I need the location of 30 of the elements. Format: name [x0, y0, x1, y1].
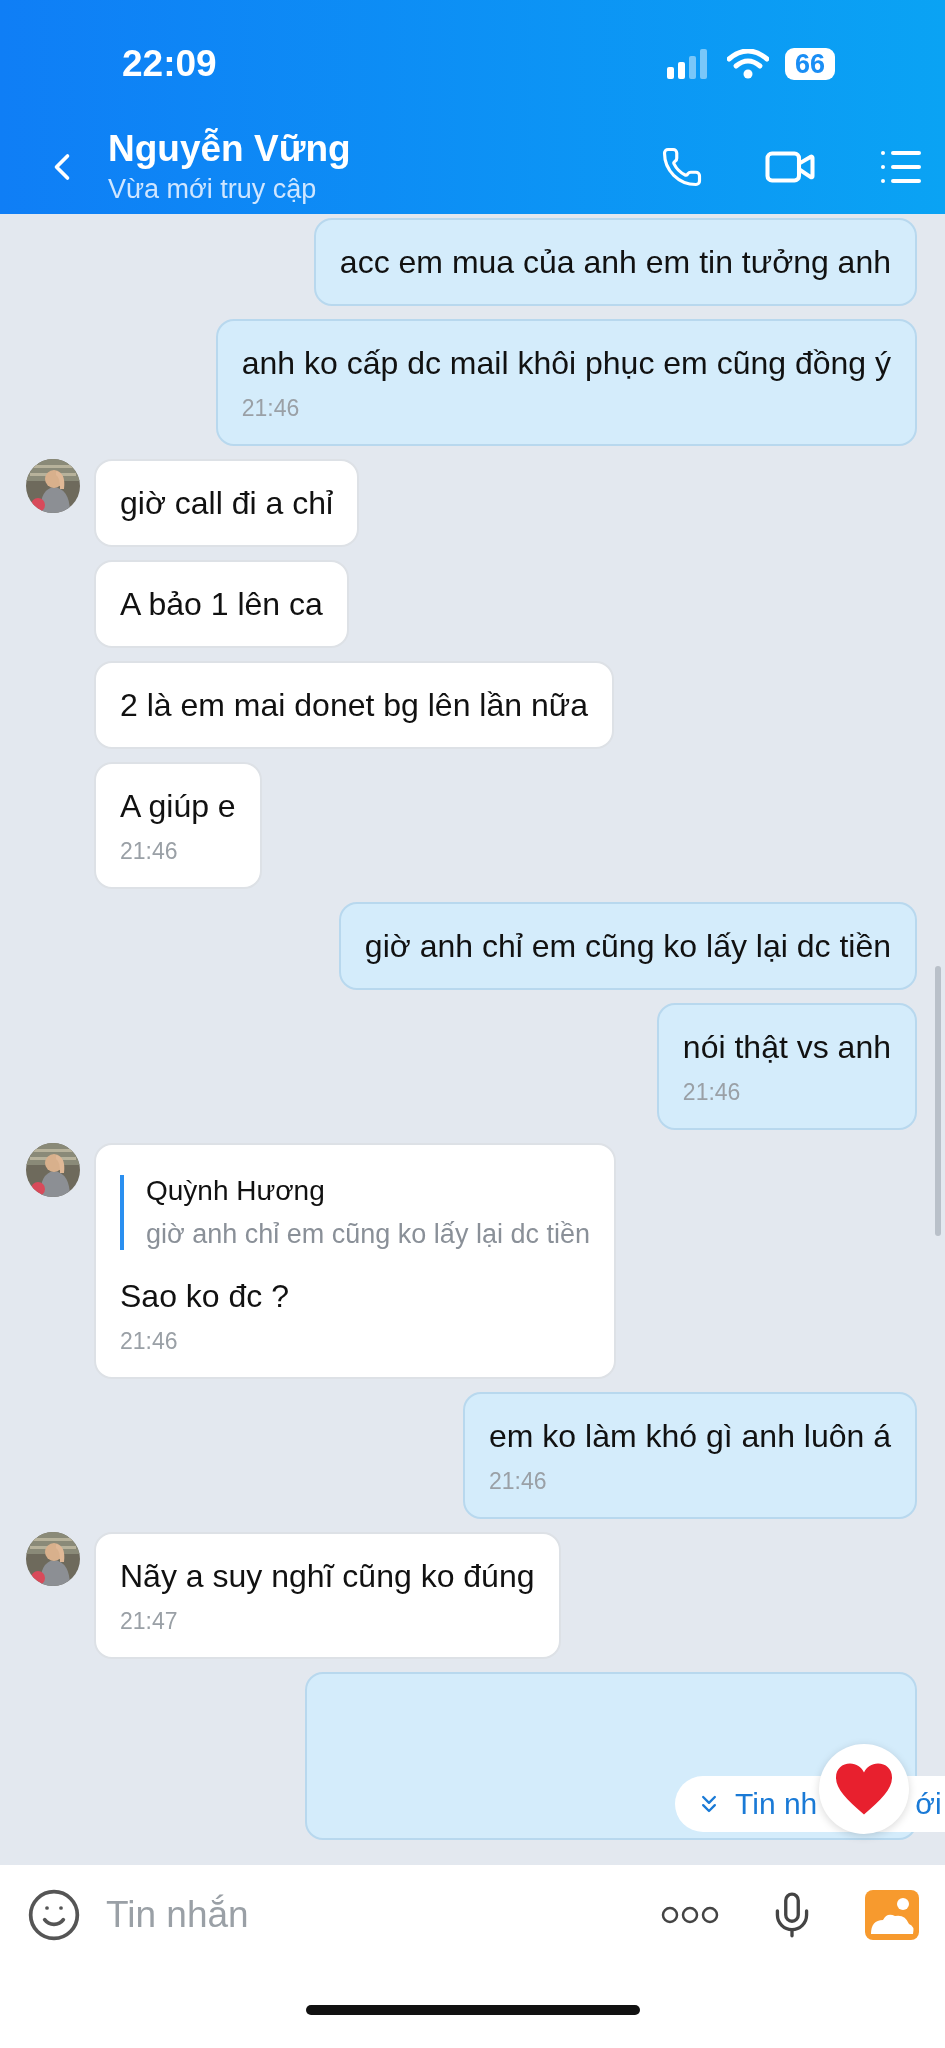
more-icon[interactable] — [661, 1905, 719, 1925]
message-text: A bảo 1 lên ca — [120, 585, 323, 624]
message-text: 2 là em mai donet bg lên lần nữa — [120, 686, 588, 725]
wifi-icon — [726, 49, 769, 79]
message-text: giờ anh chỉ em cũng ko lấy lại dc tiền — [364, 927, 891, 966]
message-time: 21:46 — [489, 1468, 548, 1495]
message-text: A giúp e — [120, 787, 236, 826]
message-text: anh ko cấp dc mail khôi phục em cũng đồng ý — [241, 344, 891, 383]
image-icon[interactable] — [865, 1890, 919, 1940]
contact-name: Nguyễn Vững — [108, 128, 352, 170]
quote-text: giờ anh chỉ em cũng ko lấy lại dc tiền — [146, 1219, 590, 1250]
message-time: 21:46 — [120, 1328, 179, 1355]
contact-status: Vừa mới truy cập — [108, 174, 318, 205]
message-time: 21:46 — [241, 395, 301, 422]
message-text: em ko làm khó gì anh luôn á — [489, 1417, 891, 1456]
battery-level: 66 — [784, 48, 835, 80]
sticker-icon[interactable] — [26, 1887, 82, 1943]
quoted-message[interactable]: Quỳnh Hương giờ anh chỉ em cũng ko lấy lại dc tiền — [120, 1175, 590, 1250]
message-text: acc em mua của anh em tin tưởng anh — [339, 243, 891, 282]
message-time: 21:46 — [682, 1079, 742, 1106]
status-time: 22:09 — [122, 43, 217, 85]
message-text: nói thật vs anh — [682, 1028, 891, 1067]
message-text: giờ call đi a chỉ — [120, 484, 334, 523]
message-input[interactable]: Tin nhắn — [104, 1893, 639, 1937]
message-text: Sao ko đc ? — [120, 1277, 290, 1316]
phone-icon[interactable] — [661, 145, 703, 188]
message-text: Nãy a suy nghĩ cũng ko đúng — [120, 1557, 535, 1596]
quote-author: Quỳnh Hương — [146, 1175, 326, 1207]
message-time: 21:46 — [120, 838, 179, 865]
message-time: 21:47 — [120, 1608, 179, 1635]
